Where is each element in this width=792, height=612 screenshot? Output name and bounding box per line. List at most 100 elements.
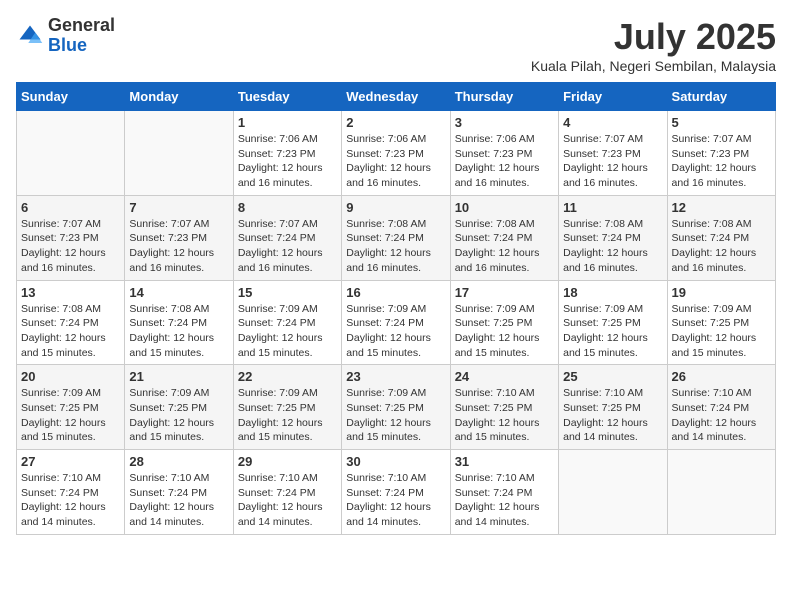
col-tuesday: Tuesday (233, 83, 341, 111)
calendar-cell: 15Sunrise: 7:09 AMSunset: 7:24 PMDayligh… (233, 280, 341, 365)
sunset: Sunset: 7:25 PM (346, 401, 445, 416)
sunset: Sunset: 7:24 PM (346, 231, 445, 246)
day-number: 22 (238, 369, 337, 384)
daylight: Daylight: 12 hoursand 15 minutes. (346, 331, 445, 360)
daylight: Daylight: 12 hoursand 16 minutes. (563, 161, 662, 190)
sunset: Sunset: 7:24 PM (672, 231, 771, 246)
calendar-week-5: 27 Sunrise: 7:10 AMSunset: 7:24 PMDayligh… (17, 450, 776, 535)
daylight: Daylight: 12 hoursand 15 minutes. (238, 416, 337, 445)
sunrise: Sunrise: 7:07 AM (563, 132, 662, 147)
daylight: Daylight: 12 hoursand 15 minutes. (672, 331, 771, 360)
calendar-week-3: 13Sunrise: 7:08 AMSunset: 7:24 PMDayligh… (17, 280, 776, 365)
daylight: Daylight: 12 hoursand 16 minutes. (672, 161, 771, 190)
day-info: Sunrise: 7:08 AMSunset: 7:24 PMDaylight:… (563, 217, 662, 276)
day-info: Sunrise: 7:10 AMSunset: 7:24 PMDaylight:… (346, 471, 445, 530)
day-info: Sunrise: 7:09 AMSunset: 7:25 PMDaylight:… (672, 302, 771, 361)
sunset: Sunset: 7:24 PM (346, 316, 445, 331)
calendar-body: 1Sunrise: 7:06 AMSunset: 7:23 PMDaylight… (17, 111, 776, 535)
sunrise: Sunrise: 7:07 AM (21, 217, 120, 232)
sunrise: Sunrise: 7:07 AM (672, 132, 771, 147)
daylight: Daylight: 12 hoursand 16 minutes. (455, 161, 554, 190)
col-monday: Monday (125, 83, 233, 111)
sunset: Sunset: 7:25 PM (455, 316, 554, 331)
sunrise: Sunrise: 7:09 AM (129, 386, 228, 401)
sunset: Sunset: 7:24 PM (672, 401, 771, 416)
day-number: 4 (563, 115, 662, 130)
day-number: 27 (21, 454, 120, 469)
calendar-cell: 25Sunrise: 7:10 AMSunset: 7:25 PMDayligh… (559, 365, 667, 450)
calendar-cell: 31Sunrise: 7:10 AMSunset: 7:24 PMDayligh… (450, 450, 558, 535)
calendar-cell: 8Sunrise: 7:07 AMSunset: 7:24 PMDaylight… (233, 195, 341, 280)
daylight: Daylight: 12 hoursand 16 minutes. (129, 246, 228, 275)
daylight: Daylight: 12 hoursand 15 minutes. (346, 416, 445, 445)
day-number: 10 (455, 200, 554, 215)
sunset: Sunset: 7:23 PM (563, 147, 662, 162)
day-number: 23 (346, 369, 445, 384)
daylight: Daylight: 12 hoursand 16 minutes. (238, 161, 337, 190)
day-number: 28 (129, 454, 228, 469)
location: Kuala Pilah, Negeri Sembilan, Malaysia (531, 58, 776, 74)
col-thursday: Thursday (450, 83, 558, 111)
day-info: Sunrise: 7:10 AMSunset: 7:24 PMDaylight:… (129, 471, 228, 530)
day-info: Sunrise: 7:08 AMSunset: 7:24 PMDaylight:… (346, 217, 445, 276)
col-saturday: Saturday (667, 83, 775, 111)
sunset: Sunset: 7:24 PM (21, 316, 120, 331)
sunset: Sunset: 7:23 PM (21, 231, 120, 246)
day-info: Sunrise: 7:08 AMSunset: 7:24 PMDaylight:… (455, 217, 554, 276)
day-number: 9 (346, 200, 445, 215)
day-number: 29 (238, 454, 337, 469)
day-info: Sunrise: 7:09 AMSunset: 7:25 PMDaylight:… (346, 386, 445, 445)
calendar-cell: 10 Sunrise: 7:08 AMSunset: 7:24 PMDayligh… (450, 195, 558, 280)
calendar-cell: 14Sunrise: 7:08 AMSunset: 7:24 PMDayligh… (125, 280, 233, 365)
day-number: 17 (455, 285, 554, 300)
daylight: Daylight: 12 hoursand 16 minutes. (455, 246, 554, 275)
sunrise: Sunrise: 7:08 AM (563, 217, 662, 232)
day-info: Sunrise: 7:09 AMSunset: 7:25 PMDaylight:… (238, 386, 337, 445)
calendar-cell: 7Sunrise: 7:07 AMSunset: 7:23 PMDaylight… (125, 195, 233, 280)
day-info: Sunrise: 7:07 AMSunset: 7:23 PMDaylight:… (563, 132, 662, 191)
day-info: Sunrise: 7:07 AMSunset: 7:23 PMDaylight:… (21, 217, 120, 276)
calendar-cell: 5Sunrise: 7:07 AMSunset: 7:23 PMDaylight… (667, 111, 775, 196)
day-info: Sunrise: 7:10 AMSunset: 7:24 PMDaylight:… (238, 471, 337, 530)
calendar-cell: 2Sunrise: 7:06 AMSunset: 7:23 PMDaylight… (342, 111, 450, 196)
sunrise: Sunrise: 7:06 AM (238, 132, 337, 147)
sunrise: Sunrise: 7:09 AM (672, 302, 771, 317)
day-info: Sunrise: 7:07 AMSunset: 7:23 PMDaylight:… (129, 217, 228, 276)
daylight: Daylight: 12 hoursand 15 minutes. (455, 416, 554, 445)
sunset: Sunset: 7:25 PM (672, 316, 771, 331)
sunset: Sunset: 7:24 PM (238, 231, 337, 246)
day-number: 13 (21, 285, 120, 300)
day-number: 19 (672, 285, 771, 300)
logo: General Blue (16, 16, 115, 56)
sunset: Sunset: 7:25 PM (21, 401, 120, 416)
day-info: Sunrise: 7:10 AMSunset: 7:24 PMDaylight:… (455, 471, 554, 530)
day-number: 5 (672, 115, 771, 130)
daylight: Daylight: 12 hoursand 14 minutes. (455, 500, 554, 529)
daylight: Daylight: 12 hoursand 15 minutes. (21, 416, 120, 445)
day-number: 24 (455, 369, 554, 384)
day-number: 18 (563, 285, 662, 300)
calendar-cell: 11Sunrise: 7:08 AMSunset: 7:24 PMDayligh… (559, 195, 667, 280)
calendar-cell: 12Sunrise: 7:08 AMSunset: 7:24 PMDayligh… (667, 195, 775, 280)
calendar-cell: 13Sunrise: 7:08 AMSunset: 7:24 PMDayligh… (17, 280, 125, 365)
sunrise: Sunrise: 7:08 AM (346, 217, 445, 232)
daylight: Daylight: 12 hoursand 15 minutes. (238, 331, 337, 360)
calendar-cell (125, 111, 233, 196)
col-friday: Friday (559, 83, 667, 111)
daylight: Daylight: 12 hoursand 16 minutes. (21, 246, 120, 275)
sunset: Sunset: 7:24 PM (129, 316, 228, 331)
calendar-cell: 6Sunrise: 7:07 AMSunset: 7:23 PMDaylight… (17, 195, 125, 280)
day-info: Sunrise: 7:06 AMSunset: 7:23 PMDaylight:… (455, 132, 554, 191)
calendar-cell: 23 Sunrise: 7:09 AMSunset: 7:25 PMDayligh… (342, 365, 450, 450)
sunrise: Sunrise: 7:09 AM (21, 386, 120, 401)
daylight: Daylight: 12 hoursand 16 minutes. (346, 246, 445, 275)
calendar-cell: 28 Sunrise: 7:10 AMSunset: 7:24 PMDayligh… (125, 450, 233, 535)
calendar-cell (559, 450, 667, 535)
day-number: 2 (346, 115, 445, 130)
sunrise: Sunrise: 7:09 AM (346, 386, 445, 401)
day-info: Sunrise: 7:09 AMSunset: 7:24 PMDaylight:… (238, 302, 337, 361)
day-number: 16 (346, 285, 445, 300)
sunrise: Sunrise: 7:07 AM (129, 217, 228, 232)
daylight: Daylight: 12 hoursand 15 minutes. (455, 331, 554, 360)
page-header: General Blue July 2025 Kuala Pilah, Nege… (16, 16, 776, 74)
